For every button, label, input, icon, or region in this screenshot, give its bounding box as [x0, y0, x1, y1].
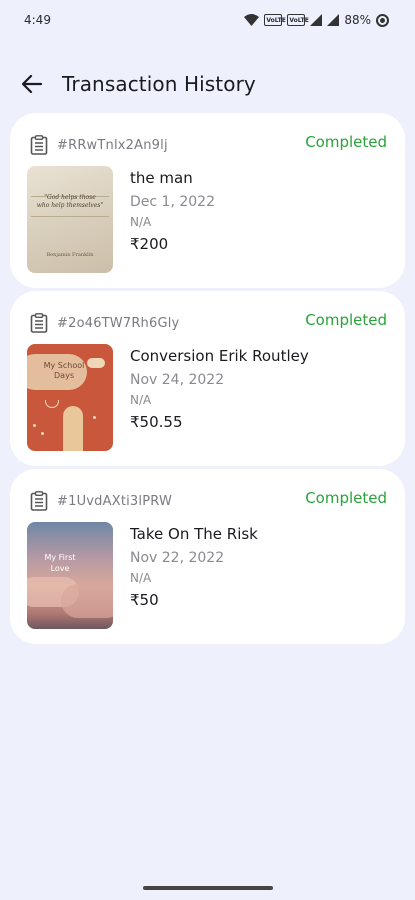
app-bar: Transaction History: [0, 60, 415, 108]
book-cover: My First Love: [27, 522, 113, 629]
transaction-header: #2o46TW7Rh6Gly Completed: [30, 311, 387, 333]
status-badge: Completed: [305, 311, 387, 329]
status-icons: VoLTE VoLTE 88%: [244, 13, 389, 27]
cover-title: My First Love: [44, 553, 76, 573]
transaction-list: #RRwTnlx2An9lj Completed "God helps thos…: [10, 113, 405, 647]
battery-icon: [376, 13, 389, 27]
book-title: the man: [130, 169, 193, 187]
transaction-extra: N/A: [130, 215, 152, 229]
clipboard-icon: [30, 491, 48, 511]
back-button[interactable]: [20, 72, 44, 96]
page-title: Transaction History: [62, 72, 256, 96]
battery-percent: 88%: [344, 13, 371, 27]
transaction-info: Conversion Erik Routley Nov 24, 2022 N/A…: [130, 347, 309, 431]
book-cover: My School Days: [27, 344, 113, 451]
status-badge: Completed: [305, 133, 387, 151]
clipboard-icon: [30, 313, 48, 333]
transaction-card[interactable]: #RRwTnlx2An9lj Completed "God helps thos…: [10, 113, 405, 288]
cover-quote: "God helps those who help themselves": [36, 194, 104, 209]
signal-2-icon: [327, 14, 340, 26]
status-bar: 4:49 VoLTE VoLTE 88%: [0, 0, 415, 40]
transaction-info: Take On The Risk Nov 22, 2022 N/A ₹50: [130, 525, 258, 609]
transaction-date: Dec 1, 2022: [130, 194, 215, 210]
signal-icon: [310, 14, 323, 26]
cover-author: Benjamin Franklin: [46, 252, 94, 258]
transaction-id: #2o46TW7Rh6Gly: [57, 315, 180, 331]
status-badge: Completed: [305, 489, 387, 507]
transaction-price: ₹200: [130, 235, 169, 253]
book-title: Take On The Risk: [130, 525, 258, 543]
transaction-price: ₹50.55: [130, 413, 183, 431]
transaction-price: ₹50: [130, 591, 159, 609]
transaction-header: #RRwTnlx2An9lj Completed: [30, 133, 387, 155]
transaction-extra: N/A: [130, 393, 152, 407]
status-time: 4:49: [24, 13, 51, 27]
transaction-extra: N/A: [130, 571, 152, 585]
transaction-card[interactable]: #2o46TW7Rh6Gly Completed My School Days …: [10, 291, 405, 466]
transaction-date: Nov 24, 2022: [130, 372, 225, 388]
back-arrow-icon: [22, 75, 42, 93]
transaction-card[interactable]: #1UvdAXti3lPRW Completed My First Love T…: [10, 469, 405, 644]
transaction-header: #1UvdAXti3lPRW Completed: [30, 489, 387, 511]
gesture-nav-handle[interactable]: [143, 886, 273, 890]
transaction-date: Nov 22, 2022: [130, 550, 225, 566]
wifi-icon: [244, 14, 260, 26]
volte-icon: VoLTE: [264, 14, 286, 26]
transaction-id: #1UvdAXti3lPRW: [57, 493, 173, 509]
cover-title: My School Days: [43, 361, 85, 380]
book-title: Conversion Erik Routley: [130, 347, 309, 365]
transaction-id: #RRwTnlx2An9lj: [57, 137, 168, 153]
clipboard-icon: [30, 135, 48, 155]
book-cover: "God helps those who help themselves" Be…: [27, 166, 113, 273]
volte-2-icon: VoLTE: [287, 14, 309, 26]
transaction-info: the man Dec 1, 2022 N/A ₹200: [130, 169, 215, 253]
